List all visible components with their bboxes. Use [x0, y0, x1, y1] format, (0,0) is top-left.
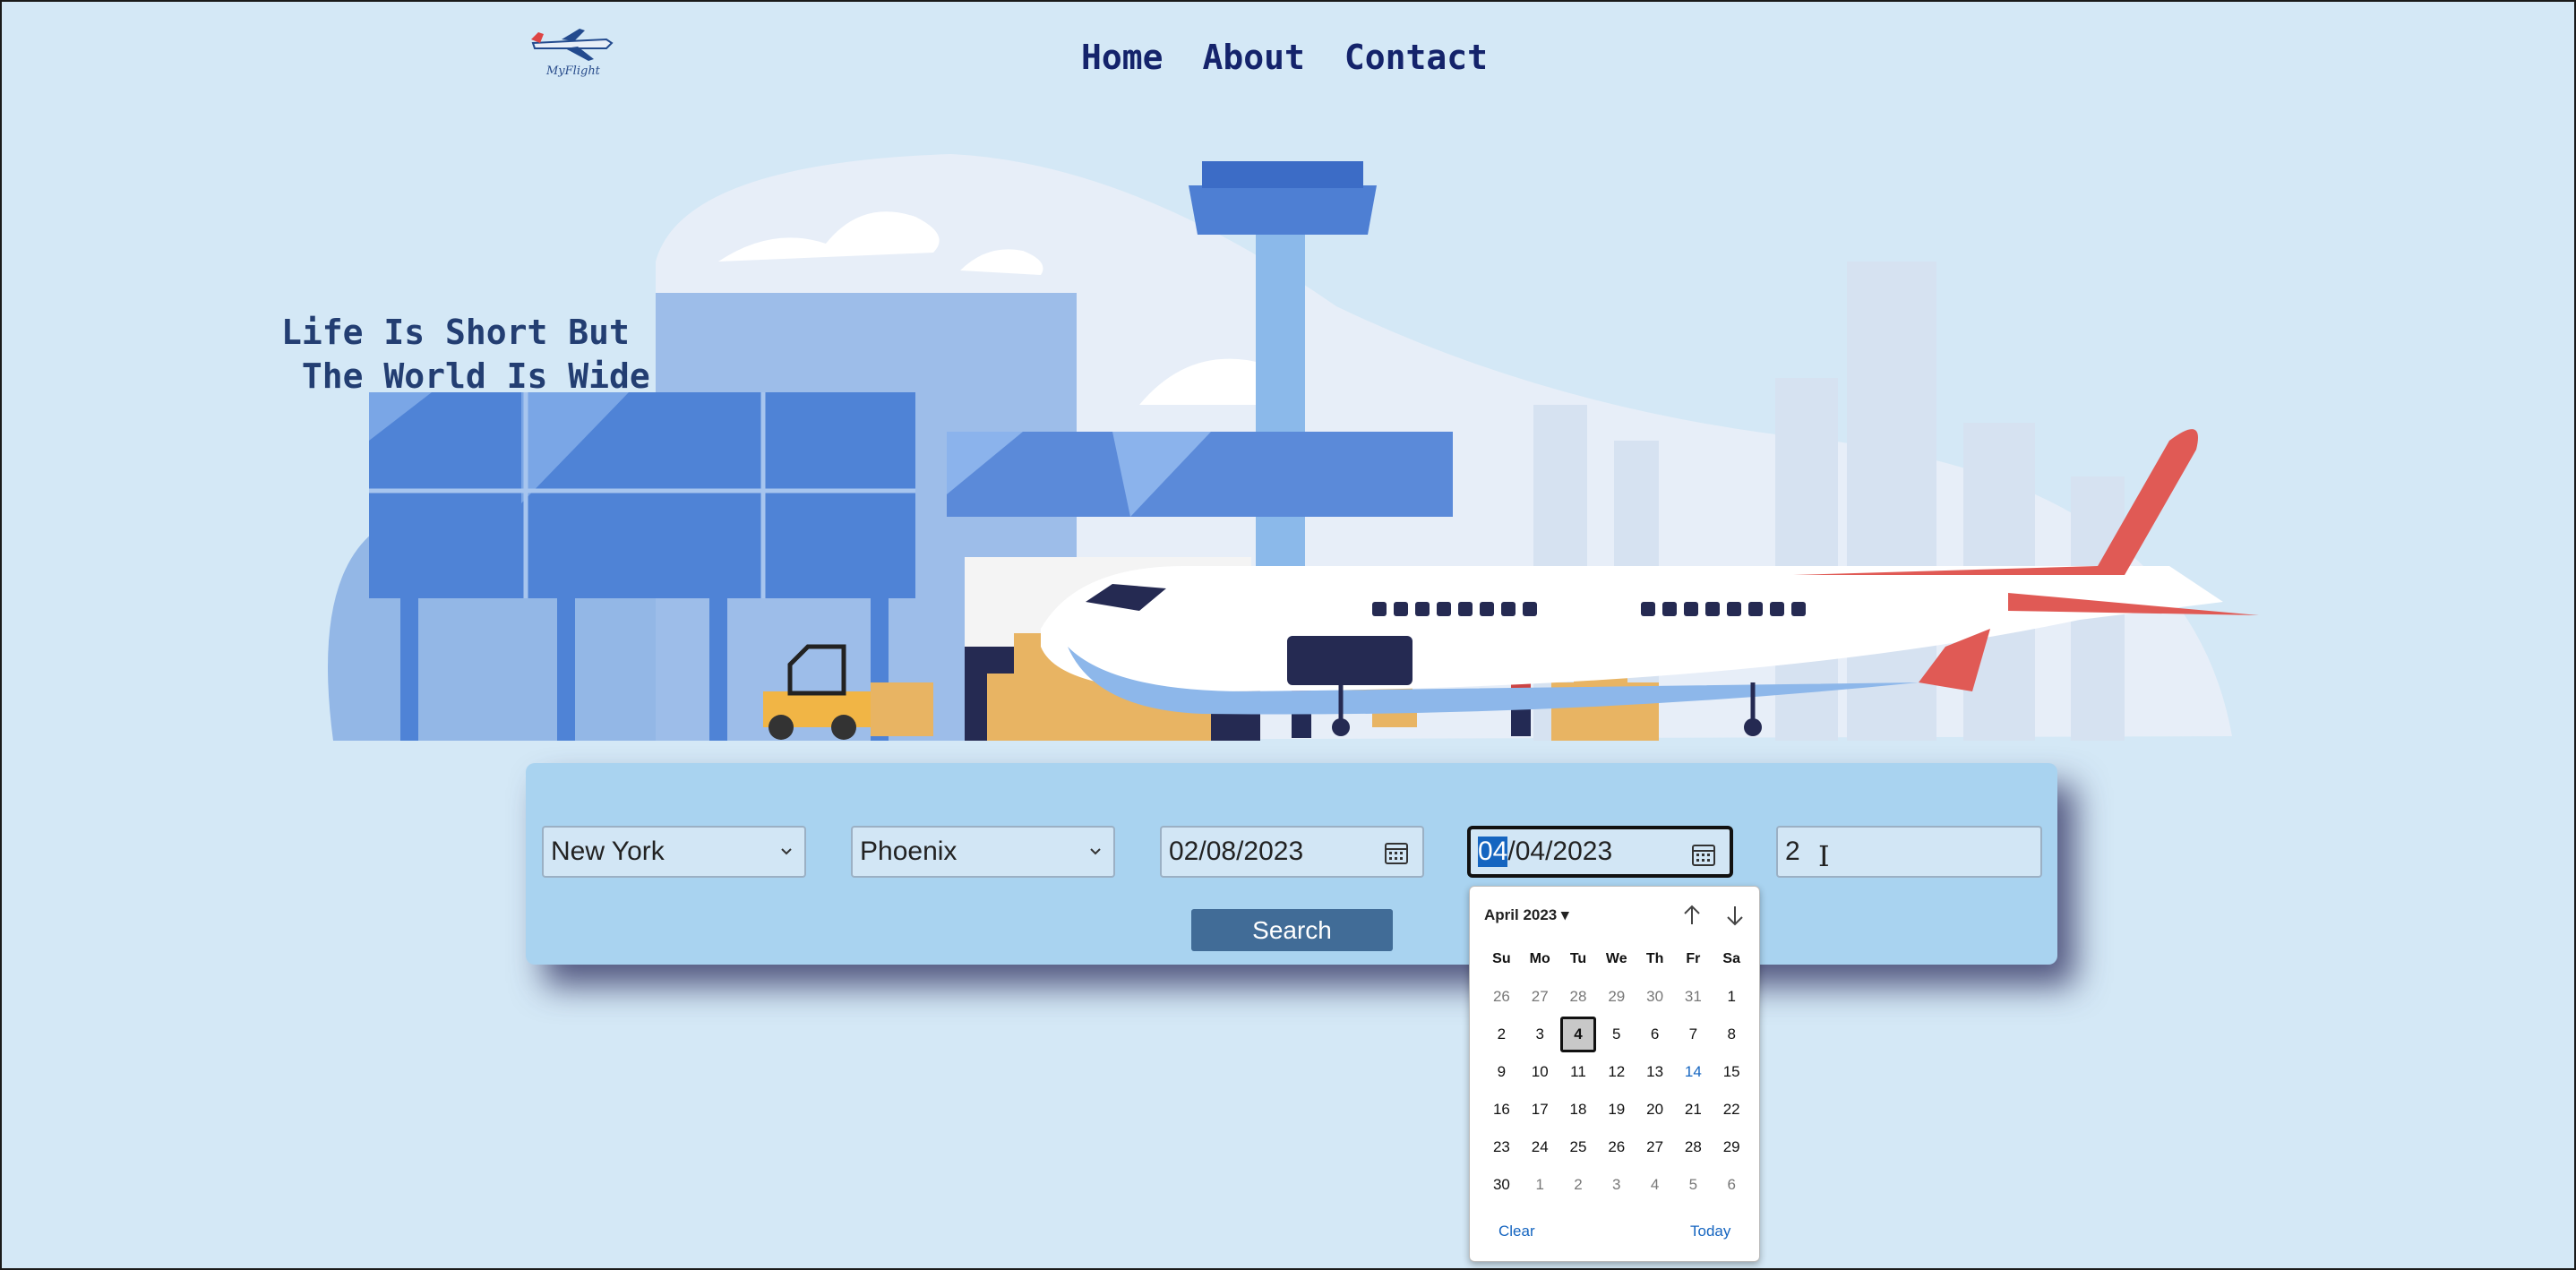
calendar-day[interactable]: 25 [1559, 1138, 1598, 1156]
return-date-value: /04/2023 [1507, 837, 1613, 866]
calendar-day[interactable]: 26 [1597, 1138, 1636, 1156]
text-cursor-icon: I [1818, 839, 1830, 873]
calendar-day[interactable]: 29 [1597, 988, 1636, 1006]
calendar-day[interactable]: 6 [1713, 1176, 1751, 1194]
return-date-input[interactable]: 04/04/2023 [1467, 826, 1733, 878]
calendar-day[interactable]: 26 [1482, 988, 1521, 1006]
calendar-icon[interactable] [1383, 839, 1410, 866]
depart-date-value: 02/08/2023 [1169, 837, 1304, 866]
to-select[interactable]: Phoenix [851, 826, 1115, 878]
search-button[interactable]: Search [1191, 909, 1393, 951]
calendar-week-row: 9 10 11 12 13 14 15 [1482, 1053, 1751, 1091]
calendar-day[interactable]: 2 [1482, 1025, 1521, 1043]
calendar-week-row: 16 17 18 19 20 21 22 [1482, 1091, 1751, 1128]
weekday-label: Sa [1722, 951, 1740, 966]
calendar-day[interactable]: 27 [1521, 988, 1559, 1006]
chevron-down-icon [1090, 848, 1101, 855]
calendar-day[interactable]: 7 [1674, 1025, 1713, 1043]
arrow-up-icon[interactable] [1679, 903, 1704, 928]
depart-date-input[interactable]: 02/08/2023 [1160, 826, 1424, 878]
return-date-selected-segment: 04 [1478, 837, 1508, 867]
weekday-label: Th [1645, 951, 1664, 966]
nav-about-link[interactable]: About [1203, 38, 1305, 77]
calendar-today-button[interactable]: Today [1690, 1223, 1730, 1240]
weekday-label: Mo [1529, 951, 1550, 966]
calendar-week-row: 30 1 2 3 4 5 6 [1482, 1166, 1751, 1204]
calendar-day[interactable]: 28 [1559, 988, 1598, 1006]
logo-text: MyFlight [546, 64, 600, 78]
calendar-day[interactable]: 12 [1597, 1063, 1636, 1081]
calendar-day[interactable]: 3 [1521, 1025, 1559, 1043]
airport-hero-illustration [328, 154, 2259, 741]
hero-tagline: Life Is Short But The World Is Wide [281, 313, 650, 396]
calendar-day[interactable]: 13 [1636, 1063, 1674, 1081]
passengers-input[interactable]: 2 [1776, 826, 2042, 878]
from-select[interactable]: New York [542, 826, 806, 878]
nav-home-link[interactable]: Home [1081, 38, 1163, 77]
calendar-day[interactable]: 21 [1674, 1101, 1713, 1119]
calendar-clear-button[interactable]: Clear [1498, 1223, 1535, 1240]
calendar-day[interactable]: 18 [1559, 1101, 1598, 1119]
month-year-selector[interactable]: April 2023 ▾ [1484, 906, 1569, 924]
calendar-day[interactable]: 27 [1636, 1138, 1674, 1156]
calendar-day[interactable]: 20 [1636, 1101, 1674, 1119]
calendar-day[interactable]: 9 [1482, 1063, 1521, 1081]
calendar-day[interactable]: 15 [1713, 1063, 1751, 1081]
main-nav: Home About Contact [1081, 38, 1488, 77]
chevron-down-icon [781, 848, 792, 855]
calendar-day[interactable]: 22 [1713, 1101, 1751, 1119]
calendar-icon[interactable] [1690, 841, 1717, 868]
calendar-day[interactable]: 5 [1597, 1025, 1636, 1043]
weekday-label: Fr [1686, 951, 1701, 966]
calendar-day[interactable]: 5 [1674, 1176, 1713, 1194]
weekday-label: Su [1492, 951, 1511, 966]
calendar-day[interactable]: 24 [1521, 1138, 1559, 1156]
calendar-day[interactable]: 1 [1713, 988, 1751, 1006]
weekday-header-row: Su Mo Tu We Th Fr Sa [1482, 940, 1751, 978]
nav-contact-link[interactable]: Contact [1344, 38, 1488, 77]
calendar-day[interactable]: 8 [1713, 1025, 1751, 1043]
passengers-value: 2 [1785, 837, 1800, 866]
calendar-day[interactable]: 6 [1636, 1025, 1674, 1043]
calendar-day[interactable]: 2 [1559, 1176, 1598, 1194]
calendar-day[interactable]: 19 [1597, 1101, 1636, 1119]
calendar-day[interactable]: 11 [1559, 1063, 1598, 1081]
calendar-day[interactable]: 4 [1636, 1176, 1674, 1194]
calendar-day[interactable]: 31 [1674, 988, 1713, 1006]
calendar-day[interactable]: 17 [1521, 1101, 1559, 1119]
calendar-day[interactable]: 10 [1521, 1063, 1559, 1081]
arrow-down-icon[interactable] [1722, 903, 1747, 928]
from-select-value: New York [551, 837, 665, 866]
weekday-label: Tu [1569, 951, 1587, 966]
calendar-day[interactable]: 30 [1636, 988, 1674, 1006]
calendar-week-row: 2 3 4 5 6 7 8 [1482, 1016, 1751, 1053]
to-select-value: Phoenix [860, 837, 957, 866]
calendar-grid: Su Mo Tu We Th Fr Sa 26 27 28 29 30 31 1… [1482, 940, 1751, 1204]
calendar-day[interactable]: 29 [1713, 1138, 1751, 1156]
calendar-day-today[interactable]: 14 [1674, 1063, 1713, 1081]
weekday-label: We [1605, 951, 1627, 966]
calendar-day-selected[interactable]: 4 [1559, 1017, 1598, 1052]
calendar-day[interactable]: 3 [1597, 1176, 1636, 1194]
calendar-day[interactable]: 1 [1521, 1176, 1559, 1194]
calendar-week-row: 26 27 28 29 30 31 1 [1482, 978, 1751, 1016]
calendar-day[interactable]: 28 [1674, 1138, 1713, 1156]
calendar-day[interactable]: 30 [1482, 1176, 1521, 1194]
calendar-week-row: 23 24 25 26 27 28 29 [1482, 1128, 1751, 1166]
calendar-day[interactable]: 16 [1482, 1101, 1521, 1119]
date-picker-popup: April 2023 ▾ Su Mo Tu We Th Fr Sa 26 27 … [1469, 886, 1760, 1262]
calendar-day[interactable]: 23 [1482, 1138, 1521, 1156]
selected-day-label: 4 [1559, 1017, 1596, 1052]
